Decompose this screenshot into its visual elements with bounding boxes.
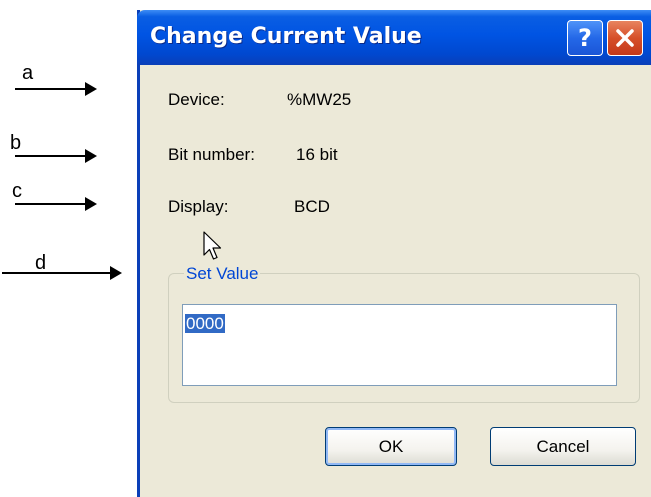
display-value: BCD <box>294 197 330 216</box>
arrow-right-icon <box>2 266 122 280</box>
bit-number-label: Bit number: <box>168 145 255 164</box>
bit-number-value: 16 bit <box>296 145 338 164</box>
help-button[interactable]: ? <box>567 20 603 56</box>
mouse-cursor-icon <box>203 231 222 260</box>
set-value-group-label: Set Value <box>184 264 261 284</box>
title-bar[interactable]: Change Current Value ? <box>137 10 651 65</box>
close-button[interactable] <box>607 20 643 56</box>
screenshot-stage: a b c d Change Current Value ? Device: %… <box>0 0 651 497</box>
set-value-input[interactable]: 0000 <box>182 304 617 386</box>
display-label: Display: <box>168 197 229 216</box>
cancel-button[interactable]: Cancel <box>490 427 636 466</box>
ok-button[interactable]: OK <box>325 427 457 466</box>
set-value-input-text: 0000 <box>185 314 225 333</box>
dialog-title: Change Current Value <box>150 24 422 49</box>
arrow-right-icon <box>15 197 97 211</box>
device-label: Device: <box>168 90 225 109</box>
arrow-right-icon <box>15 149 97 163</box>
callout-label-a: a <box>22 62 34 84</box>
arrow-right-icon <box>15 82 97 96</box>
close-icon <box>616 29 634 47</box>
help-icon: ? <box>578 24 592 52</box>
device-value: %MW25 <box>287 90 352 109</box>
